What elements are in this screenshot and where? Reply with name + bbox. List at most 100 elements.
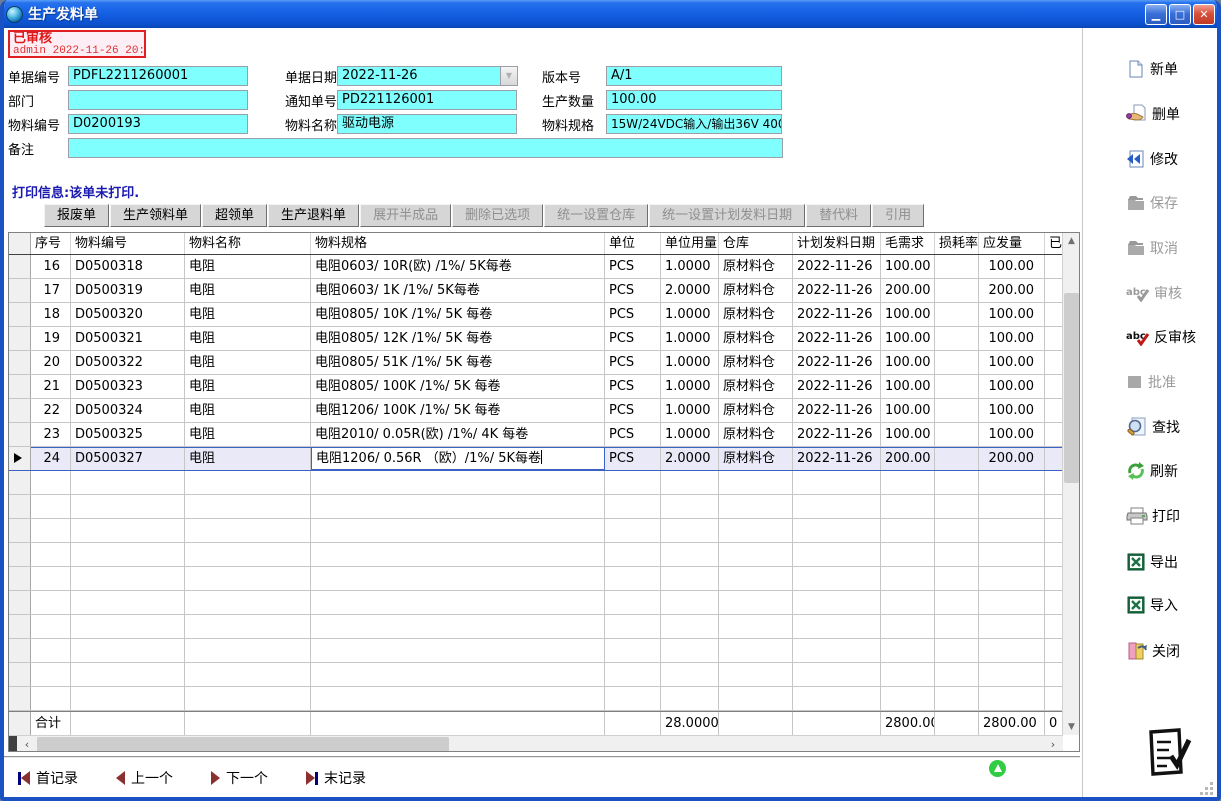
grid-cell[interactable]: 电阻	[185, 327, 311, 350]
grid-cell[interactable]	[1045, 615, 1063, 638]
grid-cell[interactable]: PCS	[605, 303, 661, 326]
maximize-button[interactable]: □	[1169, 4, 1191, 25]
grid-cell[interactable]: 2022-11-26	[793, 303, 881, 326]
grid-cell[interactable]	[605, 615, 661, 638]
grid-cell[interactable]	[185, 639, 311, 662]
grid-cell[interactable]: 原材料仓	[719, 279, 793, 302]
grid-cell[interactable]	[935, 279, 979, 302]
grid-cell[interactable]	[935, 327, 979, 350]
grid-cell[interactable]	[881, 687, 935, 710]
grid-cell[interactable]	[793, 471, 881, 494]
export-button[interactable]: 导出	[1126, 549, 1178, 575]
grid-cell[interactable]: 电阻2010/ 0.05R(欧) /1%/ 4K 每卷	[311, 423, 605, 446]
grid-cell[interactable]	[793, 495, 881, 518]
doc-date-input[interactable]: 2022-11-26	[337, 66, 500, 86]
toolbar-button[interactable]: 报废单	[44, 204, 109, 227]
empty-row[interactable]	[9, 495, 1063, 519]
grid-cell[interactable]	[605, 519, 661, 542]
empty-row[interactable]	[9, 543, 1063, 567]
grid-cell[interactable]: 1.0000	[661, 351, 719, 374]
grid-cell[interactable]: 电阻	[185, 375, 311, 398]
empty-row[interactable]	[9, 471, 1063, 495]
scroll-up-icon[interactable]: ▲	[1064, 233, 1079, 249]
item-no-input[interactable]: D0200193	[68, 114, 248, 134]
grid-cell[interactable]: 21	[31, 375, 71, 398]
doc-no-input[interactable]: PDFL2211260001	[68, 66, 248, 86]
grid-cell[interactable]	[1045, 327, 1063, 350]
grid-cell[interactable]: 电阻0805/ 12K /1%/ 5K 每卷	[311, 327, 605, 350]
grid-cell[interactable]: 100.00	[881, 399, 935, 422]
grid-cell[interactable]: 电阻0805/ 51K /1%/ 5K 每卷	[311, 351, 605, 374]
grid-cell[interactable]: D0500320	[71, 303, 185, 326]
grid-cell[interactable]	[979, 495, 1045, 518]
grid-cell[interactable]	[31, 687, 71, 710]
grid-cell[interactable]	[71, 495, 185, 518]
grid-cell[interactable]: 100.00	[881, 303, 935, 326]
print-button[interactable]: 打印	[1126, 503, 1180, 529]
grid-cell[interactable]: 原材料仓	[719, 255, 793, 278]
grid-cell[interactable]	[719, 615, 793, 638]
grid-cell[interactable]	[71, 519, 185, 542]
grid-cell[interactable]	[719, 567, 793, 590]
grid-cell[interactable]	[979, 591, 1045, 614]
grid-cell[interactable]: 1.0000	[661, 303, 719, 326]
grid-cell[interactable]: D0500323	[71, 375, 185, 398]
nav-next-button[interactable]: 下一个	[211, 768, 268, 788]
editing-cell[interactable]: 电阻1206/ 0.56R （欧）/1%/ 5K每卷	[311, 447, 605, 470]
minimize-button[interactable]: ▁	[1145, 4, 1167, 25]
scroll-left-icon[interactable]: ‹	[19, 737, 35, 752]
item-spec-input[interactable]: 15W/24VDC输入/输出36V 400M	[606, 114, 782, 134]
grid-cell[interactable]	[1045, 519, 1063, 542]
grid-cell[interactable]: PCS	[605, 399, 661, 422]
grid-cell[interactable]	[979, 543, 1045, 566]
grid-cell[interactable]	[185, 663, 311, 686]
grid-cell[interactable]: 200.00	[881, 279, 935, 302]
row-selector[interactable]	[9, 543, 31, 566]
grid-cell[interactable]: PCS	[605, 255, 661, 278]
grid-cell[interactable]	[793, 615, 881, 638]
vscroll-thumb[interactable]	[1064, 293, 1079, 483]
grid-cell[interactable]: 电阻0603/ 1K /1%/ 5K每卷	[311, 279, 605, 302]
grid-cell[interactable]	[719, 663, 793, 686]
grid-cell[interactable]	[605, 687, 661, 710]
grid-cell[interactable]: 22	[31, 399, 71, 422]
empty-row[interactable]	[9, 615, 1063, 639]
row-selector[interactable]	[9, 279, 31, 302]
grid-cell[interactable]	[311, 663, 605, 686]
grid-cell[interactable]	[185, 567, 311, 590]
grid-cell[interactable]: 100.00	[881, 255, 935, 278]
row-selector[interactable]	[9, 639, 31, 662]
grid-cell[interactable]	[605, 639, 661, 662]
delete-button[interactable]: 删单	[1126, 101, 1180, 127]
remark-input[interactable]	[68, 138, 783, 158]
grid-cell[interactable]	[935, 351, 979, 374]
grid-cell[interactable]	[881, 567, 935, 590]
grid-cell[interactable]: 200.00	[979, 279, 1045, 302]
table-row[interactable]: 17D0500319电阻电阻0603/ 1K /1%/ 5K每卷PCS2.000…	[9, 279, 1063, 303]
grid-cell[interactable]	[185, 615, 311, 638]
grid-cell[interactable]	[881, 591, 935, 614]
grid-cell[interactable]	[979, 615, 1045, 638]
nav-last-button[interactable]: 末记录	[306, 768, 366, 788]
grid-cell[interactable]: 2022-11-26	[793, 255, 881, 278]
resize-grip[interactable]	[1201, 783, 1213, 795]
nav-first-button[interactable]: 首记录	[18, 768, 78, 788]
grid-cell[interactable]: 2022-11-26	[793, 375, 881, 398]
grid-cell[interactable]	[935, 423, 979, 446]
grid-cell[interactable]: 2022-11-26	[793, 327, 881, 350]
grid-cell[interactable]	[661, 543, 719, 566]
modify-button[interactable]: 修改	[1126, 146, 1178, 172]
scroll-down-icon[interactable]: ▼	[1064, 719, 1079, 735]
grid-cell[interactable]	[979, 687, 1045, 710]
grid-cell[interactable]: 2022-11-26	[793, 351, 881, 374]
grid-cell[interactable]	[935, 303, 979, 326]
grid-cell[interactable]	[719, 543, 793, 566]
grid-cell[interactable]	[71, 567, 185, 590]
grid-cell[interactable]	[661, 663, 719, 686]
nav-prev-button[interactable]: 上一个	[116, 768, 173, 788]
grid-cell[interactable]: 100.00	[979, 423, 1045, 446]
grid-cell[interactable]	[1045, 495, 1063, 518]
empty-row[interactable]	[9, 639, 1063, 663]
grid-cell[interactable]	[31, 567, 71, 590]
grid-cell[interactable]	[1045, 447, 1063, 470]
